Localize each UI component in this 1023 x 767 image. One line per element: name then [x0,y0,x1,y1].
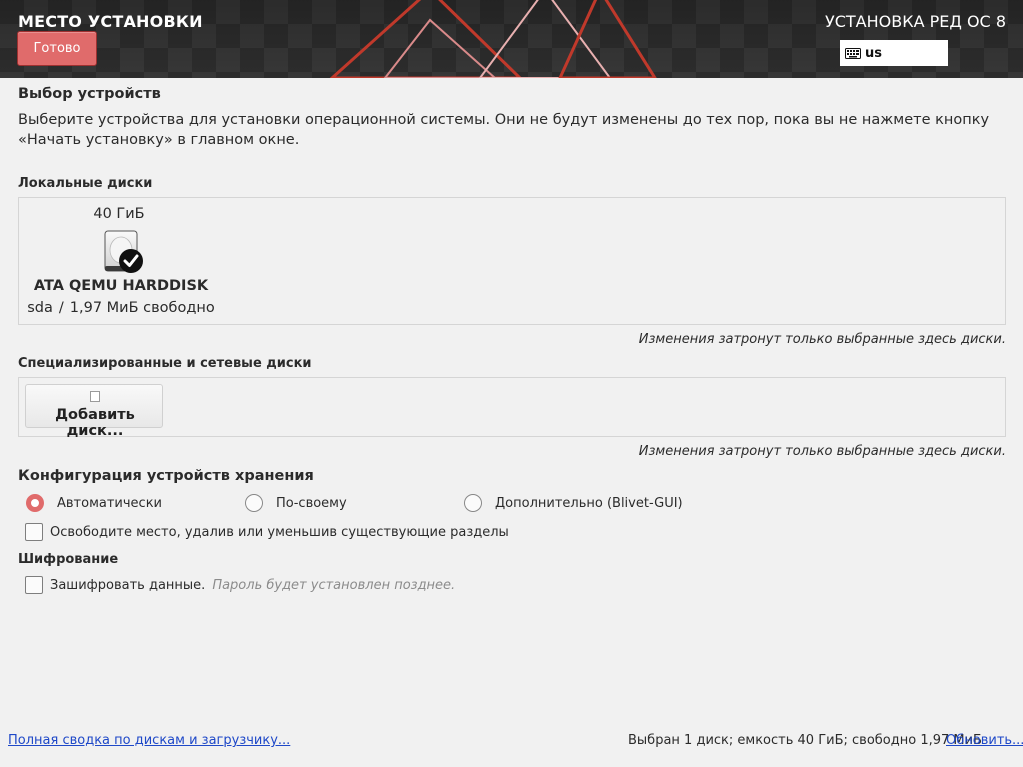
product-title: УСТАНОВКА РЕД ОС 8 [824,12,1006,31]
disk-free: 1,97 МиБ свободно [69,300,215,316]
header-bar: МЕСТО УСТАНОВКИ Готово УСТАНОВКА РЕД ОС … [0,0,1023,78]
encryption-title: Шифрование [18,552,119,567]
radio-automatic-indicator[interactable] [26,494,44,512]
disk-info: sda / 1,97 МиБ свободно [19,300,223,316]
encrypt-data-box[interactable] [25,576,43,594]
disk-device: sda [27,300,53,316]
disk-name: ATA QEMU HARDDISK [33,278,209,294]
device-selection-title: Выбор устройств [18,86,161,102]
network-disks-title: Специализированные и сетевые диски [18,356,312,371]
add-disk-label: Добавить диск... [55,407,135,439]
refresh-link[interactable]: Обновить... [946,733,1023,748]
full-disk-summary-link[interactable]: Полная сводка по дискам и загрузчику... [8,733,290,748]
reclaim-space-box[interactable] [25,523,43,541]
storage-config-title: Конфигурация устройств хранения [18,468,314,484]
local-disks-title: Локальные диски [18,176,153,191]
local-disks-hint: Изменения затронут только выбранные здес… [638,332,1006,347]
local-disks-panel: 40 ГиБ ATA QEMU HARDDISK sda / 1,97 МиБ св… [18,197,1006,325]
add-disk-icon [90,391,100,402]
network-disks-panel: Добавить диск... [18,377,1006,439]
device-selection-description: Выберите устройства для установки операц… [18,112,990,148]
radio-automatic[interactable]: Автоматически [26,494,162,512]
hard-disk-icon [104,230,143,273]
radio-automatic-label: Автоматически [57,495,163,511]
radio-advanced-label: Дополнительно (Blivet-GUI) [495,495,683,511]
radio-advanced-blivet[interactable]: Дополнительно (Blivet-GUI) [464,494,683,512]
radio-custom[interactable]: По-своему [245,494,347,512]
encrypt-data-checkbox[interactable]: Зашифровать данные. Пароль будет установ… [25,576,455,594]
disk-item-sda[interactable]: 40 ГиБ ATA QEMU HARDDISK sda / 1,97 МиБ св… [19,198,219,324]
reclaim-space-checkbox[interactable]: Освободите место, удалив или уменьшив су… [25,523,509,541]
keyboard-layout-label: us [865,45,882,61]
done-button[interactable]: Готово [17,31,97,66]
radio-custom-label: По-своему [276,495,347,511]
spoke-title: МЕСТО УСТАНОВКИ [18,12,203,31]
encrypt-data-label: Зашифровать данные. [50,577,206,593]
radio-advanced-indicator[interactable] [464,494,482,512]
keyboard-layout-indicator[interactable]: us [840,40,948,66]
disk-info-separator: / [58,300,64,316]
network-disks-hint: Изменения затронут только выбранные здес… [638,444,1006,459]
reclaim-space-label: Освободите место, удалив или уменьшив су… [50,524,509,540]
disk-size: 40 ГиБ [93,206,145,222]
keyboard-icon [845,47,861,59]
radio-custom-indicator[interactable] [245,494,263,512]
add-disk-button[interactable]: Добавить диск... [25,384,163,439]
encrypt-data-note: Пароль будет установлен позднее. [212,577,456,593]
storage-status: Выбран 1 диск; емкость 40 ГиБ; свободно … [628,733,982,748]
